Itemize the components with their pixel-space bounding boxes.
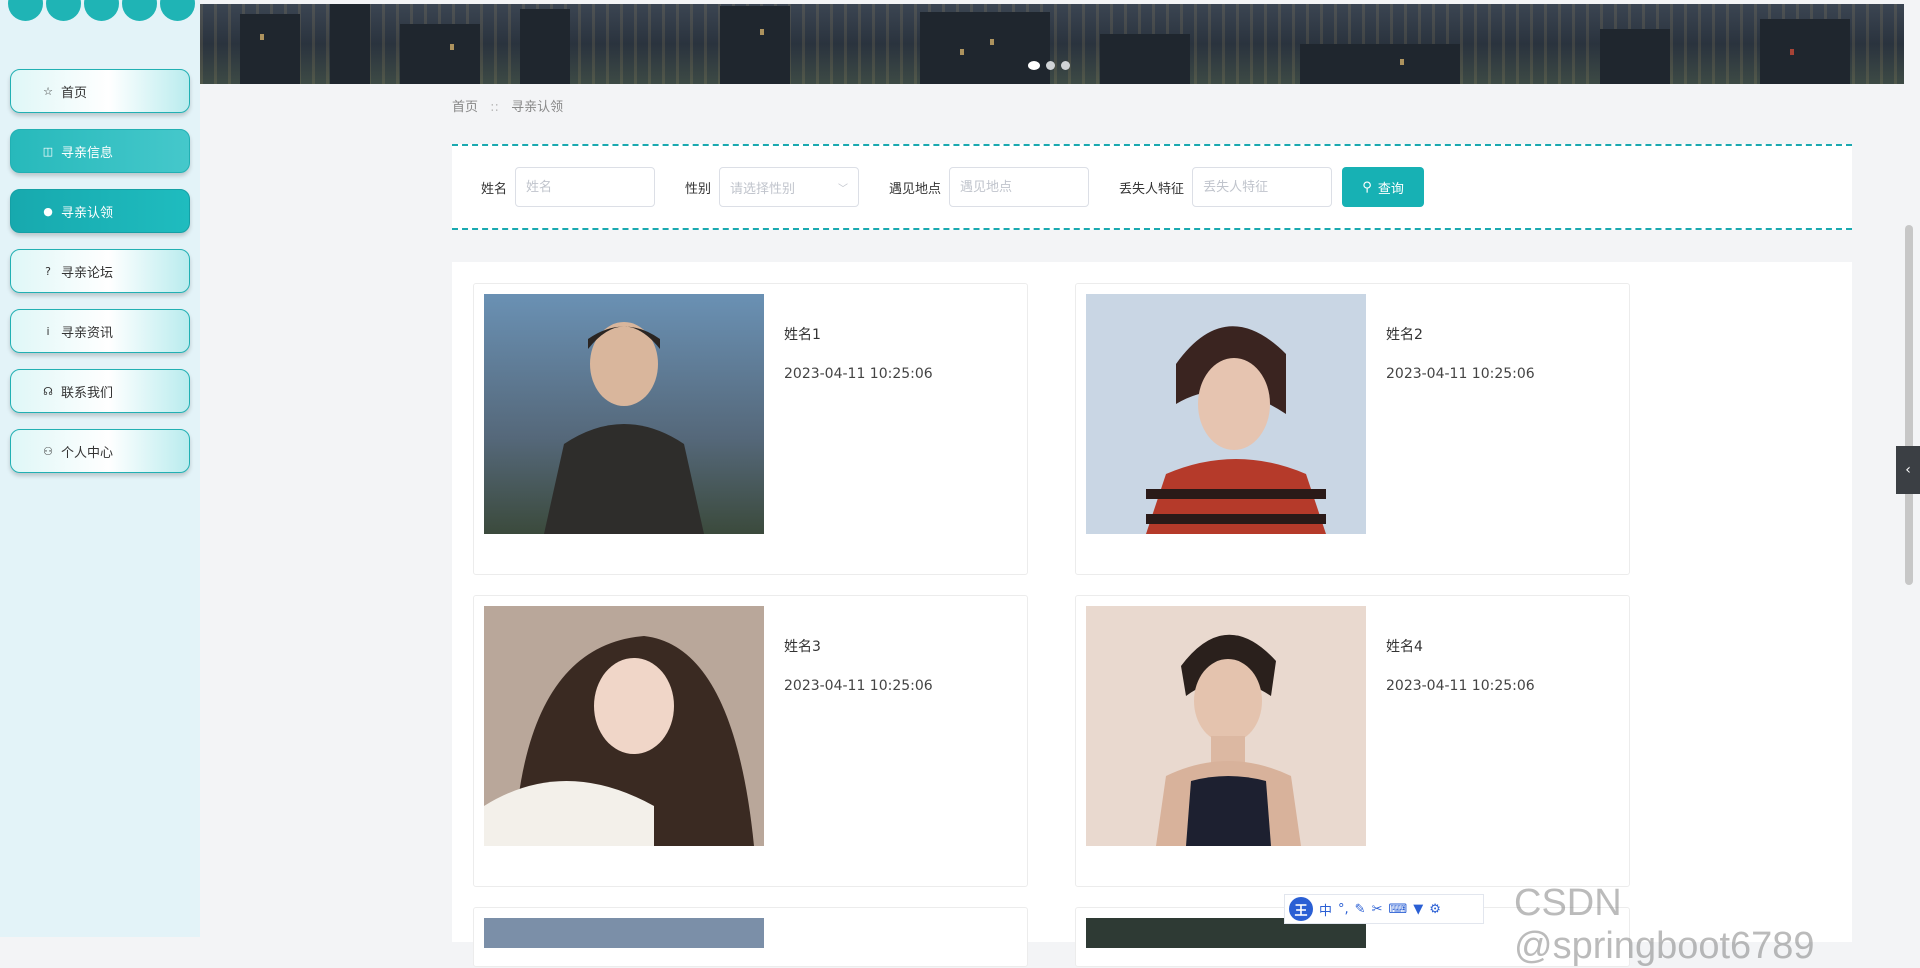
sidebar-item-search-info[interactable]: ◫ 寻亲信息 — [10, 129, 190, 173]
card-date: 2023-04-11 10:25:06 — [784, 366, 933, 382]
scissors-icon[interactable]: ✂ — [1372, 902, 1383, 917]
feature-input[interactable] — [1192, 167, 1333, 207]
sidebar-item-profile[interactable]: ⚇ 个人中心 — [10, 429, 190, 473]
watermark: CSDN @springboot6789 — [1514, 882, 1815, 967]
sidebar-item-claim[interactable]: ● 寻亲认领 — [10, 189, 190, 233]
sidebar-item-label: 寻亲信息 — [61, 145, 114, 161]
ime-logo-icon: 王 — [1289, 897, 1313, 921]
sidebar-nav: ☆ 首页 ◫ 寻亲信息 ● 寻亲认领 ? 寻亲论坛 i 寻亲资讯 ☊ 联系我们 … — [10, 69, 190, 489]
question-icon: ? — [45, 264, 51, 278]
bag-icon: ◫ — [42, 144, 54, 158]
breadcrumb: 首页 :: 寻亲认领 — [452, 96, 563, 115]
carousel-indicators — [1028, 61, 1070, 70]
claim-card[interactable]: 姓名1 2023-04-11 10:25:06 — [473, 283, 1028, 575]
gear-icon[interactable]: ⚙ — [1429, 902, 1441, 917]
user-icon: ⚇ — [43, 444, 53, 458]
card-name: 姓名3 — [784, 639, 821, 655]
person-photo — [484, 294, 764, 534]
gender-label: 性别 — [685, 181, 712, 197]
breadcrumb-separator: :: — [490, 100, 499, 115]
main-content: 首页 :: 寻亲认领 姓名 性别 请选择性别 ﹀ 遇见地点 丢失人特征 ⚲ 查询 — [200, 0, 1904, 967]
sidebar-item-forum[interactable]: ? 寻亲论坛 — [10, 249, 190, 293]
sidebar-item-contact[interactable]: ☊ 联系我们 — [10, 369, 190, 413]
person-photo — [484, 918, 764, 948]
sidebar-scallop-decoration — [0, 0, 200, 22]
sidebar-item-label: 首页 — [61, 85, 88, 101]
gender-select[interactable]: 请选择性别 ﹀ — [719, 167, 860, 207]
chevron-left-icon: ‹ — [1905, 462, 1911, 478]
card-name: 姓名4 — [1386, 639, 1423, 655]
side-collapse-tab[interactable]: ‹ — [1896, 446, 1920, 494]
chevron-down-icon: ﹀ — [838, 183, 849, 195]
sidebar-item-label: 联系我们 — [61, 385, 114, 401]
carousel-dot[interactable] — [1061, 61, 1070, 70]
person-photo — [1086, 294, 1366, 534]
search-button[interactable]: ⚲ 查询 — [1342, 167, 1425, 207]
claim-card[interactable] — [473, 907, 1028, 967]
ime-mode[interactable]: 中 — [1319, 900, 1332, 919]
card-date: 2023-04-11 10:25:06 — [1386, 678, 1535, 694]
breadcrumb-current: 寻亲认领 — [511, 100, 564, 115]
card-date: 2023-04-11 10:25:06 — [784, 678, 933, 694]
person-photo — [1086, 606, 1366, 846]
info-icon: ● — [43, 204, 53, 218]
sidebar-item-label: 寻亲论坛 — [61, 265, 114, 281]
page-scrollbar[interactable] — [1905, 225, 1913, 585]
pen-icon[interactable]: ✎ — [1355, 902, 1366, 917]
card-date: 2023-04-11 10:25:06 — [1386, 366, 1535, 382]
sidebar-item-news[interactable]: i 寻亲资讯 — [10, 309, 190, 353]
person-photo — [484, 606, 764, 846]
carousel-dot[interactable] — [1028, 61, 1040, 70]
search-form: 姓名 性别 请选择性别 ﹀ 遇见地点 丢失人特征 ⚲ 查询 — [452, 144, 1852, 230]
location-label: 遇见地点 — [889, 181, 942, 197]
sidebar-item-label: 个人中心 — [61, 445, 114, 461]
claim-list: 姓名1 2023-04-11 10:25:06 姓名2 2023-04-11 1… — [452, 262, 1852, 967]
info-circle-icon: i — [46, 324, 50, 338]
location-input[interactable] — [949, 167, 1090, 207]
sidebar-item-home[interactable]: ☆ 首页 — [10, 69, 190, 113]
name-input[interactable] — [515, 167, 656, 207]
breadcrumb-home[interactable]: 首页 — [452, 100, 478, 115]
search-icon: ⚲ — [1362, 179, 1372, 195]
claim-card[interactable]: 姓名4 2023-04-11 10:25:06 — [1075, 595, 1630, 887]
shirt-icon[interactable]: ▼ — [1413, 902, 1423, 917]
search-button-label: 查询 — [1377, 181, 1404, 197]
star-icon: ☆ — [43, 84, 53, 98]
sidebar: ☆ 首页 ◫ 寻亲信息 ● 寻亲认领 ? 寻亲论坛 i 寻亲资讯 ☊ 联系我们 … — [0, 0, 200, 937]
card-name: 姓名2 — [1386, 327, 1423, 343]
feature-label: 丢失人特征 — [1119, 181, 1185, 197]
name-label: 姓名 — [481, 181, 508, 197]
claim-card[interactable]: 姓名2 2023-04-11 10:25:06 — [1075, 283, 1630, 575]
headset-icon: ☊ — [43, 384, 53, 398]
sidebar-item-label: 寻亲资讯 — [61, 325, 114, 341]
ime-toolbar[interactable]: 王 中 °, ✎ ✂ ⌨ ▼ ⚙ — [1284, 894, 1484, 924]
banner-carousel[interactable] — [200, 4, 1904, 84]
keyboard-icon[interactable]: ⌨ — [1388, 902, 1407, 917]
ime-punct[interactable]: °, — [1338, 902, 1349, 917]
gender-select-placeholder: 请选择性别 — [730, 181, 796, 197]
claim-card[interactable]: 姓名3 2023-04-11 10:25:06 — [473, 595, 1028, 887]
sidebar-item-label: 寻亲认领 — [61, 205, 114, 221]
carousel-dot[interactable] — [1046, 61, 1055, 70]
card-name: 姓名1 — [784, 327, 821, 343]
